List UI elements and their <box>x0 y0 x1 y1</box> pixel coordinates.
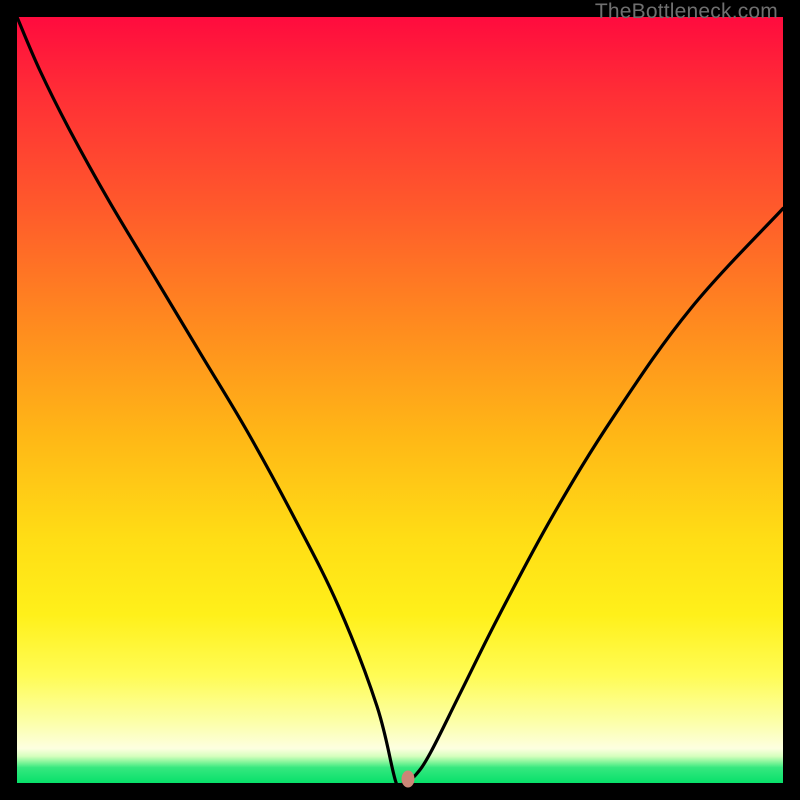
chart-frame: TheBottleneck.com <box>0 0 800 800</box>
watermark-text: TheBottleneck.com <box>595 0 778 24</box>
bottleneck-curve <box>17 17 783 783</box>
optimal-point-marker <box>401 771 414 788</box>
